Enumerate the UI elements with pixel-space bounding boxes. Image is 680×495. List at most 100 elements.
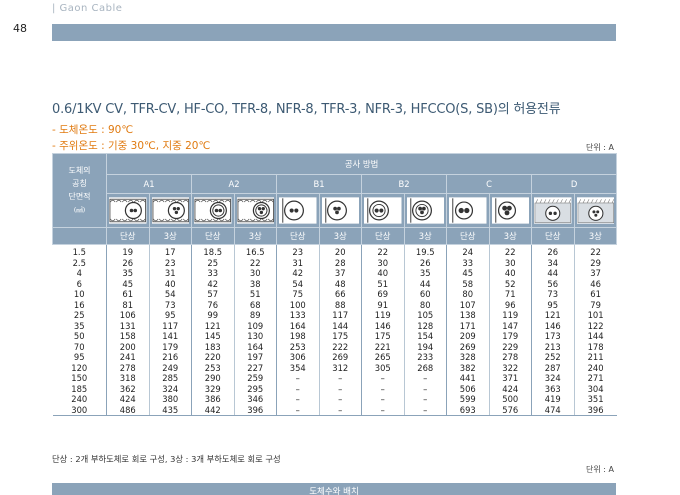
ampacity-cell: 278	[488, 352, 532, 363]
ampacity-cell: 209	[446, 331, 489, 342]
ampacity-cell: 146	[531, 320, 574, 331]
installation-method-cell	[233, 193, 277, 228]
ampacity-cell: –	[318, 404, 362, 416]
ampacity-cell: 424	[106, 394, 149, 405]
ampacity-cell: 506	[446, 383, 489, 394]
ampacity-cell: 119	[361, 310, 404, 321]
ampacity-cell: 38	[233, 278, 277, 289]
unit-label-top: 단위 : A	[586, 143, 614, 152]
ampacity-cell: 24	[446, 244, 489, 258]
ampacity-cell: 241	[106, 352, 149, 363]
ampacity-cell: –	[361, 394, 404, 405]
ampacity-cell: 54	[276, 278, 319, 289]
ambient-temperature-note: - 주위온도 : 기중 30℃, 지중 20℃	[52, 140, 211, 152]
conductor-size-cell: 150	[71, 373, 88, 383]
ampacity-cell: 23	[148, 257, 192, 268]
ampacity-cell: 599	[446, 394, 489, 405]
ampacity-cell: 121	[191, 320, 234, 331]
ampacity-cell: 16.5	[233, 244, 277, 258]
installation-method-cell	[361, 193, 405, 228]
clipped-two-cores-icon	[449, 197, 487, 224]
table-row: 1.5 19 17 18.5 16.5 23 20 22 19.5 24 22 26 22	[53, 244, 617, 258]
ampacity-cell: 44	[403, 278, 447, 289]
ampacity-cell: 197	[233, 352, 277, 363]
page-number: 48	[13, 22, 27, 35]
conduit-two-cores-icon	[279, 197, 317, 224]
ampacity-cell: 61	[106, 289, 149, 300]
ampacity-cell: 278	[106, 362, 149, 373]
ampacity-cell: 287	[531, 362, 574, 373]
table-row: 70 200 179 183 164 253 222 221 194 269 229 213 178	[53, 341, 617, 352]
ampacity-table: 도체의 공칭 단면적 (㎟) 공사 방법 A1 A2 B1 B2 C D 단상 3…	[52, 153, 618, 416]
phase-three-header: 3상	[488, 227, 532, 245]
ampacity-cell: 147	[488, 320, 532, 331]
ampacity-cell: 229	[488, 341, 532, 352]
table-row: 35 131 117 121 109 164 144 146 128 171 147 146 122	[53, 320, 617, 331]
ampacity-cell: 66	[318, 289, 362, 300]
ampacity-cell: 474	[531, 404, 574, 416]
ampacity-cell: 211	[573, 352, 617, 363]
ampacity-cell: 106	[106, 310, 149, 321]
ampacity-cell: –	[361, 373, 404, 384]
ampacity-cell: 269	[318, 352, 362, 363]
installation-method-cell	[276, 193, 320, 228]
ampacity-cell: 109	[233, 320, 277, 331]
conductor-size-cell: 120	[71, 362, 88, 373]
ampacity-cell: 216	[148, 352, 192, 363]
conduit-cable-two-cores-icon	[364, 197, 402, 224]
ampacity-cell: 354	[276, 362, 319, 373]
ampacity-cell: 194	[403, 341, 447, 352]
ampacity-cell: 17	[148, 244, 192, 258]
phase-single-header: 단상	[191, 227, 235, 245]
ampacity-cell: 26	[106, 257, 149, 268]
ampacity-cell: 312	[318, 362, 362, 373]
ampacity-cell: 318	[106, 373, 149, 384]
insulated-wall-cable-two-cores-icon	[194, 197, 232, 224]
ampacity-cell: 259	[233, 373, 277, 384]
ampacity-cell: 91	[361, 299, 404, 310]
ampacity-cell: –	[276, 373, 319, 384]
ampacity-cell: 60	[403, 289, 447, 300]
ampacity-cell: 68	[233, 299, 277, 310]
ampacity-cell: 88	[318, 299, 362, 310]
ampacity-cell: 382	[446, 362, 489, 373]
ampacity-cell: 328	[446, 352, 489, 363]
size-header-line1: 도체의	[68, 166, 91, 175]
ampacity-cell: 30	[488, 257, 532, 268]
size-header-line3: 단면적	[68, 192, 91, 201]
method-group-b1: B1	[276, 174, 362, 194]
phase-single-header: 단상	[276, 227, 320, 245]
ampacity-cell: 48	[318, 278, 362, 289]
ampacity-cell: 40	[488, 268, 532, 279]
ampacity-cell: 200	[106, 341, 149, 352]
ampacity-cell: 30	[361, 257, 404, 268]
ampacity-cell: 35	[403, 268, 447, 279]
ampacity-cell: 371	[488, 373, 532, 384]
ampacity-cell: 271	[573, 373, 617, 384]
ampacity-cell: 164	[233, 341, 277, 352]
ampacity-cell: 576	[488, 404, 532, 416]
ampacity-cell: 227	[233, 362, 277, 373]
ampacity-cell: 26	[403, 257, 447, 268]
ampacity-cell: 233	[403, 352, 447, 363]
ampacity-cell: 52	[488, 278, 532, 289]
ampacity-cell: 179	[148, 341, 192, 352]
ampacity-cell: 693	[446, 404, 489, 416]
ampacity-cell: 295	[233, 383, 277, 394]
ampacity-cell: 28	[318, 257, 362, 268]
ampacity-cell: 306	[276, 352, 319, 363]
ampacity-cell: 128	[403, 320, 447, 331]
conductor-size-cell: 1.5	[72, 247, 86, 257]
installation-method-cell	[446, 193, 490, 228]
ampacity-cell: 424	[488, 383, 532, 394]
ampacity-cell: 107	[446, 299, 489, 310]
ampacity-cell: 81	[106, 299, 149, 310]
ampacity-cell: 351	[573, 394, 617, 405]
ampacity-cell: 175	[361, 331, 404, 342]
ampacity-cell: 363	[531, 383, 574, 394]
ampacity-cell: 31	[148, 268, 192, 279]
method-group-d: D	[530, 174, 618, 194]
phase-three-header: 3상	[318, 227, 362, 245]
ampacity-cell: 35	[106, 268, 149, 279]
phase-three-header: 3상	[403, 227, 447, 245]
